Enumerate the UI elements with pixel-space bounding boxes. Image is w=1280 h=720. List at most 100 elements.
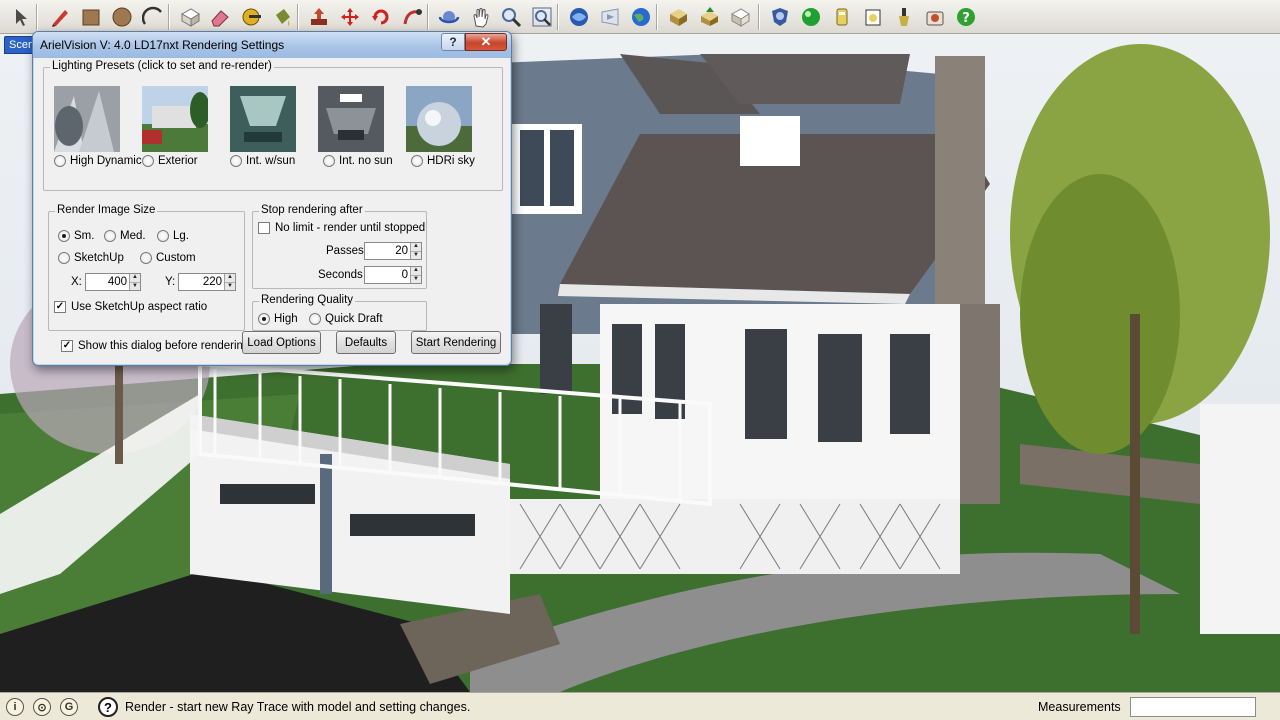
lamp-icon[interactable] (829, 4, 855, 30)
size-custom-radio[interactable] (140, 252, 152, 264)
pan-icon[interactable] (467, 4, 493, 30)
share-model-icon[interactable] (597, 4, 623, 30)
preset-thumb-interior-sun[interactable] (230, 86, 296, 152)
size-small-radio[interactable] (58, 230, 70, 242)
preset-thumb-exterior[interactable] (142, 86, 208, 152)
render-sphere-icon[interactable] (798, 4, 824, 30)
quality-high-option[interactable]: High (258, 313, 298, 325)
preset-hdri-sky-radio[interactable] (411, 155, 423, 167)
google-earth-icon[interactable] (628, 4, 654, 30)
size-large-option[interactable]: Lg. (157, 230, 189, 242)
spotlight-icon[interactable] (891, 4, 917, 30)
size-x-input[interactable] (86, 274, 129, 290)
preset-exterior-radio[interactable] (142, 155, 154, 167)
size-large-radio[interactable] (157, 230, 169, 242)
measurements-box[interactable] (1130, 697, 1256, 717)
size-y-up-arrow[interactable]: ▲ (225, 274, 235, 282)
quality-draft-option[interactable]: Quick Draft (309, 313, 383, 325)
size-medium-radio[interactable] (104, 230, 116, 242)
passes-input[interactable] (365, 243, 410, 259)
size-y-spinner[interactable]: ▲▼ (178, 273, 236, 291)
select-icon[interactable] (8, 4, 34, 30)
preset-interior-sun[interactable]: Int. w/sun (230, 155, 295, 167)
lighting-presets-legend: Lighting Presets (click to set and re-re… (50, 60, 274, 72)
seconds-label: Seconds (318, 269, 363, 281)
share-component-icon[interactable] (696, 4, 722, 30)
size-x-label: X: (71, 276, 82, 288)
arielvision-shield-icon[interactable] (767, 4, 793, 30)
dialog-help-button[interactable]: ? (441, 33, 465, 51)
passes-down-arrow[interactable]: ▼ (411, 250, 421, 259)
show-dialog-option[interactable]: ✓ Show this dialog before rendering (61, 340, 249, 352)
preset-thumb-high-dynamic[interactable] (54, 86, 120, 152)
dialog-titlebar[interactable]: ArielVision V: 4.0 LD17nxt Rendering Set… (33, 32, 511, 58)
quality-high-radio[interactable] (258, 313, 270, 325)
preset-high-dynamic-radio[interactable] (54, 155, 66, 167)
size-y-input[interactable] (179, 274, 224, 290)
preset-high-dynamic[interactable]: High Dynamic (54, 155, 142, 167)
help-icon[interactable]: ? (953, 4, 979, 30)
circle-icon[interactable] (109, 4, 135, 30)
no-limit-checkbox[interactable] (258, 222, 270, 234)
extension-icon[interactable] (727, 4, 753, 30)
no-limit-option[interactable]: No limit - render until stopped (258, 222, 425, 234)
seconds-spinner[interactable]: ▲▼ (364, 266, 422, 284)
passes-up-arrow[interactable]: ▲ (411, 243, 421, 251)
make-component-icon[interactable] (177, 4, 203, 30)
aspect-ratio-label: Use SketchUp aspect ratio (71, 301, 208, 313)
zoom-extents-icon[interactable] (529, 4, 555, 30)
aspect-ratio-checkbox[interactable]: ✓ (54, 301, 66, 313)
size-sketchup-option[interactable]: SketchUp (58, 252, 124, 264)
orbit-icon[interactable] (436, 4, 462, 30)
seconds-input[interactable] (365, 267, 410, 283)
size-y-down-arrow[interactable]: ▼ (225, 281, 235, 290)
preset-interior-no-sun-radio[interactable] (323, 155, 335, 167)
quality-draft-radio[interactable] (309, 313, 321, 325)
seconds-down-arrow[interactable]: ▼ (411, 274, 421, 283)
camera-icon[interactable] (922, 4, 948, 30)
preset-thumb-hdri-sky[interactable] (406, 86, 472, 152)
size-x-spinner[interactable]: ▲▼ (85, 273, 141, 291)
load-options-button[interactable]: Load Options (242, 331, 321, 354)
get-models-icon[interactable] (566, 4, 592, 30)
size-medium-option[interactable]: Med. (104, 230, 146, 242)
aspect-ratio-option[interactable]: ✓ Use SketchUp aspect ratio (54, 301, 207, 313)
paint-bucket-icon[interactable] (269, 4, 295, 30)
svg-text:?: ? (962, 11, 970, 26)
tape-measure-icon[interactable] (238, 4, 264, 30)
rectangle-icon[interactable] (78, 4, 104, 30)
preset-exterior[interactable]: Exterior (142, 155, 198, 167)
size-x-down-arrow[interactable]: ▼ (130, 281, 140, 290)
push-pull-icon[interactable] (306, 4, 332, 30)
zoom-icon[interactable] (498, 4, 524, 30)
size-medium-label: Med. (120, 230, 146, 242)
preset-interior-no-sun[interactable]: Int. no sun (323, 155, 393, 167)
seconds-up-arrow[interactable]: ▲ (411, 267, 421, 275)
size-small-option[interactable]: Sm. (58, 230, 94, 242)
toolbar-separator (758, 4, 759, 30)
size-x-up-arrow[interactable]: ▲ (130, 274, 140, 282)
preset-thumb-interior-no-sun[interactable] (318, 86, 384, 152)
defaults-button[interactable]: Defaults (336, 331, 396, 354)
dialog-close-button[interactable]: ✕ (465, 33, 507, 51)
geo-location-icon[interactable]: i (6, 698, 24, 716)
follow-me-icon[interactable] (399, 4, 425, 30)
pencil-icon[interactable] (47, 4, 73, 30)
preset-interior-sun-radio[interactable] (230, 155, 242, 167)
instructor-help-icon[interactable]: ? (98, 697, 118, 717)
credits-icon[interactable]: ⊙ (33, 698, 51, 716)
eraser-icon[interactable] (207, 4, 233, 30)
show-dialog-checkbox[interactable]: ✓ (61, 340, 73, 352)
arc-icon[interactable] (140, 4, 166, 30)
rendering-settings-dialog: ArielVision V: 4.0 LD17nxt Rendering Set… (32, 31, 512, 366)
user-account-icon[interactable]: G (60, 698, 78, 716)
size-sketchup-radio[interactable] (58, 252, 70, 264)
rotate-icon[interactable] (368, 4, 394, 30)
size-custom-option[interactable]: Custom (140, 252, 196, 264)
move-icon[interactable] (337, 4, 363, 30)
preset-hdri-sky[interactable]: HDRi sky (411, 155, 475, 167)
light-box-icon[interactable] (860, 4, 886, 30)
start-rendering-button[interactable]: Start Rendering (411, 331, 501, 354)
get-component-icon[interactable] (665, 4, 691, 30)
passes-spinner[interactable]: ▲▼ (364, 242, 422, 260)
